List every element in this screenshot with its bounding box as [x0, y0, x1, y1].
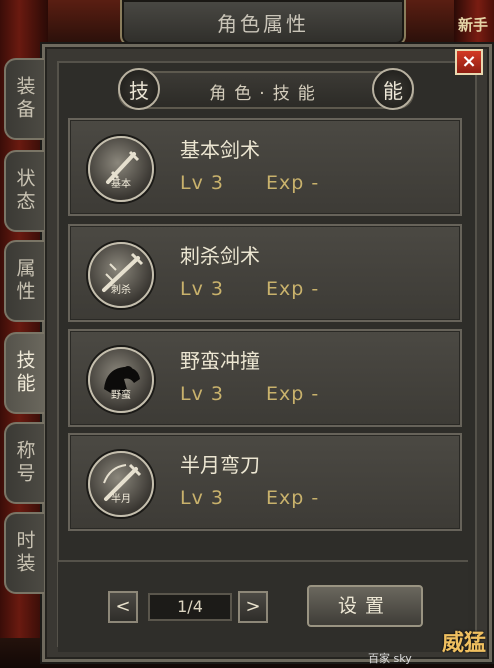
- header-badge-right: 能: [372, 68, 414, 110]
- close-button[interactable]: ×: [455, 49, 483, 75]
- tab-skills[interactable]: 技能: [4, 332, 44, 414]
- skill-row[interactable]: 半月 半月弯刀 Lv 3 Exp -: [68, 433, 462, 531]
- sword-icon[interactable]: 基本: [88, 136, 154, 202]
- tab-fashion[interactable]: 时装: [4, 512, 44, 594]
- skill-row[interactable]: 基本 基本剑术 Lv 3 Exp -: [68, 118, 462, 216]
- skill-level: Lv 3: [180, 172, 224, 194]
- prev-page-button[interactable]: <: [108, 591, 138, 623]
- settings-button[interactable]: 设置: [307, 585, 423, 627]
- skill-name: 半月弯刀: [180, 453, 260, 477]
- tab-titles[interactable]: 称号: [4, 422, 44, 504]
- skill-icon-label: 野蛮: [111, 390, 131, 401]
- tab-status[interactable]: 状态: [4, 150, 44, 232]
- corner-label: 新手: [457, 16, 488, 34]
- header-badge-left: 技: [118, 68, 160, 110]
- logo-stamp: 威猛: [442, 631, 487, 656]
- skill-level: Lv 3: [180, 487, 224, 509]
- window-title-plate: 角色属性: [120, 0, 406, 46]
- skill-row[interactable]: 野蛮 野蛮冲撞 Lv 3 Exp -: [68, 329, 462, 427]
- skill-icon-label: 半月: [111, 494, 131, 505]
- skill-row[interactable]: 刺杀 刺杀剑术 Lv 3 Exp -: [68, 224, 462, 322]
- next-page-button[interactable]: >: [238, 591, 268, 623]
- watermark: 百家 sky: [368, 652, 412, 665]
- skills-header-label: 角色·技能: [209, 84, 323, 104]
- skill-name: 野蛮冲撞: [180, 349, 260, 373]
- skill-level: Lv 3: [180, 383, 224, 405]
- skill-icon-label: 基本: [111, 179, 131, 190]
- skill-icon-label: 刺杀: [111, 285, 131, 296]
- skill-name: 基本剑术: [180, 138, 260, 162]
- skill-exp: Exp -: [266, 487, 320, 509]
- thrust-sword-icon[interactable]: 刺杀: [88, 242, 154, 308]
- skill-exp: Exp -: [266, 383, 320, 405]
- skill-level: Lv 3: [180, 278, 224, 300]
- crescent-blade-icon[interactable]: 半月: [88, 451, 154, 517]
- skill-exp: Exp -: [266, 172, 320, 194]
- skill-exp: Exp -: [266, 278, 320, 300]
- skills-header: 角色·技能: [118, 71, 414, 109]
- skill-name: 刺杀剑术: [180, 244, 260, 268]
- tab-equipment[interactable]: 装备: [4, 58, 44, 140]
- page-indicator: 1/4: [148, 593, 232, 621]
- window-title: 角色属性: [217, 12, 309, 36]
- tab-attributes[interactable]: 属性: [4, 240, 44, 322]
- charge-icon[interactable]: 野蛮: [88, 347, 154, 413]
